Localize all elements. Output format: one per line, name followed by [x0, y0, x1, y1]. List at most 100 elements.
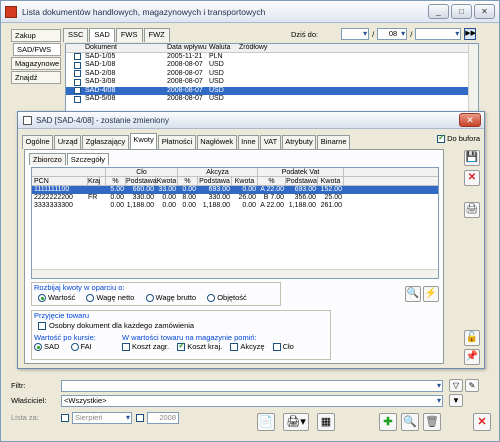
list-row[interactable]: SAD-1/08 2008-08-07 USD	[66, 61, 478, 70]
clo-checkbox[interactable]: Cło	[272, 342, 294, 351]
rozbijaj-group: Rozbijaj kwoty w oparciu o: Wartość Wagę…	[31, 282, 281, 306]
col-clo-podstawa[interactable]: Podstawa	[126, 177, 157, 185]
lock-icon[interactable]: 🔓	[464, 330, 480, 346]
tab-atrybuty[interactable]: Atrybuty	[281, 135, 317, 149]
month-dropdown[interactable]	[415, 28, 462, 40]
list-row-selected[interactable]: SAD-4/08 2008-08-07 USD	[66, 86, 478, 95]
filter-toggle-icon[interactable]: ▼	[449, 394, 463, 407]
close-window-button[interactable]: ✕	[474, 4, 495, 19]
nav-znajdz[interactable]: Znajdź	[11, 71, 61, 84]
nav-sad-fws[interactable]: SAD/FWS	[13, 43, 61, 56]
grid-row[interactable]: 2222222200 FR 0.00 330.00 0.00 8.00 330.00 26…	[32, 194, 438, 202]
col-waluta[interactable]: Waluta	[209, 44, 239, 52]
grid-row-selected[interactable]: 1111111100 5.00 660.00 33.00 0.00 693.00 0.0…	[32, 186, 438, 194]
pin-icon[interactable]: 📌	[464, 349, 480, 365]
save-icon[interactable]: 💾	[464, 150, 480, 166]
duties-grid[interactable]: Cło Akcyza Podatek Vat PCN Kraj % Podsta…	[31, 167, 439, 279]
radio-sad[interactable]: SAD	[34, 342, 59, 351]
akcyze-checkbox[interactable]: Akcyzę	[230, 342, 265, 351]
tab-sad[interactable]: SAD	[89, 28, 115, 42]
col-akc-kwota[interactable]: Kwota	[232, 177, 258, 185]
search-icon[interactable]: 🔍	[405, 286, 421, 302]
funnel-icon[interactable]: ▽	[449, 379, 463, 392]
col-clo-kwota[interactable]: Kwota	[156, 177, 178, 185]
col-data[interactable]: Data wpływu	[167, 44, 209, 52]
row-checkbox[interactable]	[74, 61, 81, 69]
document-icon[interactable]: 📄	[257, 413, 275, 431]
print-icon[interactable]: 🖨	[464, 202, 480, 218]
col-dokument[interactable]: Dokument	[85, 44, 167, 52]
tab-platnosci[interactable]: Płatności	[158, 135, 196, 149]
list-row[interactable]: SAD-5/08 2008-08-07 USD	[66, 95, 478, 104]
col-clo-pct[interactable]: %	[106, 177, 126, 185]
subtab-zbiorczo[interactable]: Zbiorczo	[29, 153, 66, 165]
cancel-icon[interactable]: ✕	[464, 170, 480, 186]
checkbox-icon[interactable]	[437, 133, 446, 143]
col-akc-podstawa[interactable]: Podstawa	[198, 177, 232, 185]
tab-ssc[interactable]: SSC	[63, 28, 89, 42]
lightning-icon[interactable]: ⚡	[423, 286, 439, 302]
osobny-checkbox[interactable]: Osobny dokument dla każdego zamówienia	[32, 321, 330, 330]
wlasciciel-label: Właściciel:	[11, 396, 47, 405]
tab-naglowek[interactable]: Nagłówek	[196, 135, 237, 149]
row-checkbox[interactable]	[74, 87, 81, 94]
subtab-szczegoly[interactable]: Szczegóły	[66, 153, 109, 165]
tab-ogolne[interactable]: Ogólne	[22, 135, 54, 149]
tab-fws[interactable]: FWS	[115, 28, 143, 42]
tab-urzad[interactable]: Urząd	[54, 135, 82, 149]
wrench-icon[interactable]: ✎	[465, 379, 479, 392]
col-zrodlowy[interactable]: Źródłowy	[239, 44, 267, 52]
col-vat-pct[interactable]: %	[258, 177, 286, 185]
group-vat: Podatek Vat	[258, 168, 344, 176]
do-bufora-checkbox[interactable]: Do bufora	[437, 133, 480, 143]
close-list-icon[interactable]: ✕	[473, 413, 491, 431]
list-row[interactable]: SAD-3/08 2008-08-07 USD	[66, 78, 478, 87]
tab-zglaszajacy[interactable]: Zgłaszający	[82, 135, 129, 149]
radio-objetosc[interactable]: Objętość	[207, 293, 247, 302]
tab-binarne[interactable]: Binarne	[317, 135, 351, 149]
forward-icon[interactable]: ▶▶	[464, 28, 477, 40]
nav-zakup[interactable]: Zakup	[11, 29, 61, 42]
radio-waga-brutto[interactable]: Wagę brutto	[145, 293, 196, 302]
col-pcn[interactable]: PCN	[32, 177, 88, 185]
year-checkbox[interactable]	[136, 413, 144, 422]
tab-inne[interactable]: Inne	[237, 135, 260, 149]
maximize-button[interactable]: □	[451, 4, 472, 19]
row-checkbox[interactable]	[74, 78, 81, 86]
wlasciciel-dropdown[interactable]: <Wszystkie>	[61, 394, 443, 407]
row-checkbox[interactable]	[74, 95, 81, 103]
grid-row[interactable]: 3333333300 0.00 1,188.00 0.00 0.00 1,188.00…	[32, 202, 438, 210]
tab-fwz[interactable]: FWZ	[143, 28, 170, 42]
koszt-zagr-checkbox[interactable]: Koszt zagr.	[122, 342, 169, 351]
print-menu-icon[interactable]: 🖨▾	[283, 413, 309, 431]
find-icon[interactable]: 🔍	[401, 413, 419, 431]
radio-fai[interactable]: FAI	[70, 342, 92, 351]
col-akc-pct[interactable]: %	[178, 177, 198, 185]
year-input[interactable]: 2008	[147, 411, 179, 424]
row-checkbox[interactable]	[74, 53, 81, 60]
day-dropdown[interactable]: 08	[377, 28, 408, 40]
tab-kwoty[interactable]: Kwoty	[129, 133, 158, 149]
filtr-input[interactable]	[61, 379, 443, 392]
minimize-button[interactable]: _	[428, 4, 449, 19]
tab-vat[interactable]: VAT	[260, 135, 281, 149]
col-vat-podstawa[interactable]: Podstawa	[286, 177, 318, 185]
grid-hscrollbar[interactable]	[32, 269, 438, 278]
year-dropdown[interactable]	[341, 28, 370, 40]
radio-wartosc[interactable]: Wartość	[38, 293, 75, 302]
add-icon[interactable]: ✚	[379, 413, 397, 431]
row-doc: SAD-4/08	[85, 86, 116, 94]
radio-waga-netto[interactable]: Wagę netto	[86, 293, 134, 302]
calculator-icon[interactable]: ▦	[317, 413, 335, 431]
trash-icon[interactable]: 🗑	[423, 413, 441, 431]
month-select[interactable]: Sierpień	[72, 411, 132, 424]
row-checkbox[interactable]	[74, 70, 81, 77]
lista-za-checkbox[interactable]	[61, 413, 69, 422]
col-kraj[interactable]: Kraj	[88, 177, 106, 185]
list-row[interactable]: SAD-1/05 2005-11-21 PLN	[66, 53, 478, 62]
koszt-kraj-checkbox[interactable]: Koszt kraj.	[177, 341, 222, 351]
list-row[interactable]: SAD-2/08 2008-08-07 USD	[66, 70, 478, 79]
nav-magazynowe[interactable]: Magazynowe	[11, 57, 61, 70]
col-vat-kwota[interactable]: Kwota	[318, 177, 344, 185]
dialog-close-button[interactable]: ✕	[459, 113, 481, 127]
